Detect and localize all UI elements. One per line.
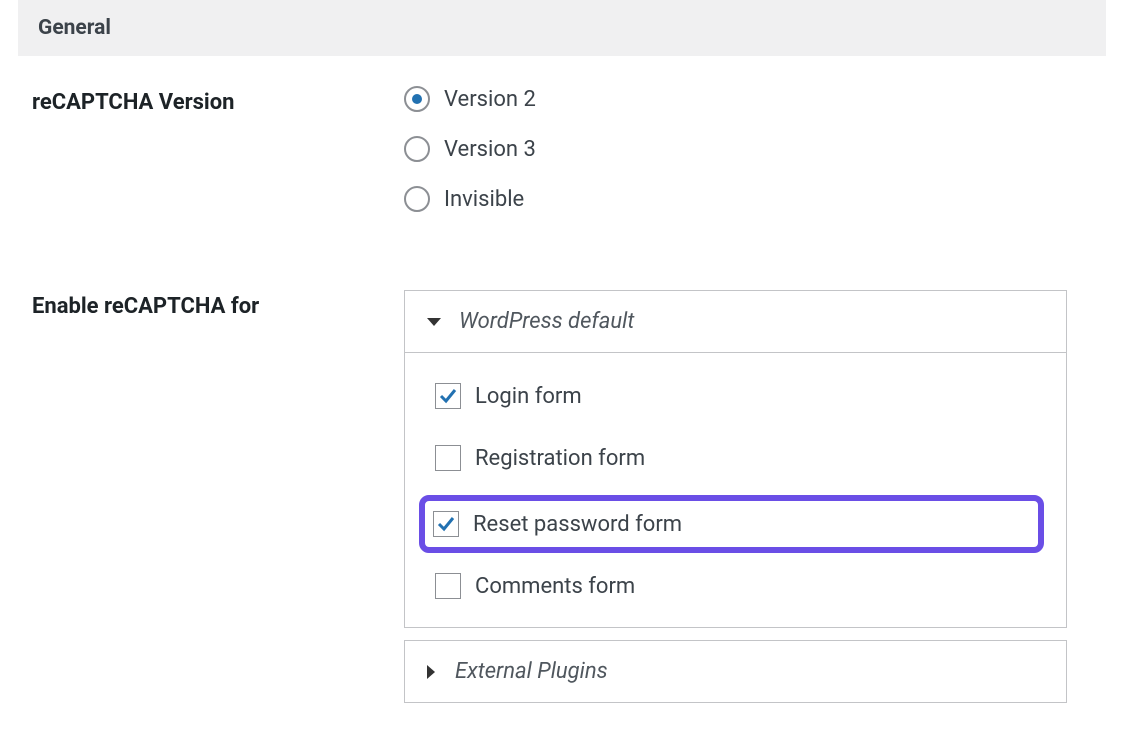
enable-recaptcha-row: Enable reCAPTCHA for WordPress default L… xyxy=(0,236,1124,703)
checkbox-login-form[interactable]: Login form xyxy=(427,377,1044,415)
accordion-header-external-plugins[interactable]: External Plugins xyxy=(404,640,1067,703)
enable-recaptcha-control: WordPress default Login form Registratio… xyxy=(404,290,1124,703)
accordion-body-wp-default: Login form Registration form Reset passw… xyxy=(404,353,1067,628)
radio-version-2[interactable]: Version 2 xyxy=(404,86,1124,112)
checkbox-icon xyxy=(435,445,461,471)
section-header: General xyxy=(18,0,1106,56)
radio-label: Version 2 xyxy=(444,87,536,112)
radio-icon xyxy=(404,186,430,212)
radio-icon xyxy=(404,136,430,162)
checkbox-label: Reset password form xyxy=(473,512,682,537)
accordion-title: WordPress default xyxy=(459,309,634,334)
recaptcha-version-label: reCAPTCHA Version xyxy=(32,86,404,115)
checkbox-icon xyxy=(435,383,461,409)
checkbox-icon xyxy=(433,511,459,537)
accordion-header-wp-default[interactable]: WordPress default xyxy=(404,290,1067,353)
section-title: General xyxy=(38,16,1086,40)
recaptcha-version-row: reCAPTCHA Version Version 2 Version 3 In… xyxy=(0,56,1124,236)
chevron-down-icon xyxy=(427,318,441,326)
checkbox-label: Comments form xyxy=(475,574,635,599)
checkbox-comments-form[interactable]: Comments form xyxy=(427,567,1044,605)
radio-invisible[interactable]: Invisible xyxy=(404,186,1124,212)
radio-version-3[interactable]: Version 3 xyxy=(404,136,1124,162)
checkbox-label: Login form xyxy=(475,384,582,409)
radio-icon xyxy=(404,86,430,112)
recaptcha-version-options: Version 2 Version 3 Invisible xyxy=(404,86,1124,236)
checkbox-registration-form[interactable]: Registration form xyxy=(427,439,1044,477)
chevron-right-icon xyxy=(427,665,435,679)
radio-label: Version 3 xyxy=(444,137,536,162)
accordion-container: WordPress default Login form Registratio… xyxy=(404,290,1067,703)
checkbox-reset-password-form[interactable]: Reset password form xyxy=(419,495,1044,553)
checkbox-icon xyxy=(435,573,461,599)
radio-label: Invisible xyxy=(444,187,524,212)
checkbox-label: Registration form xyxy=(475,446,645,471)
accordion-title: External Plugins xyxy=(455,659,608,684)
enable-recaptcha-label: Enable reCAPTCHA for xyxy=(32,290,404,319)
